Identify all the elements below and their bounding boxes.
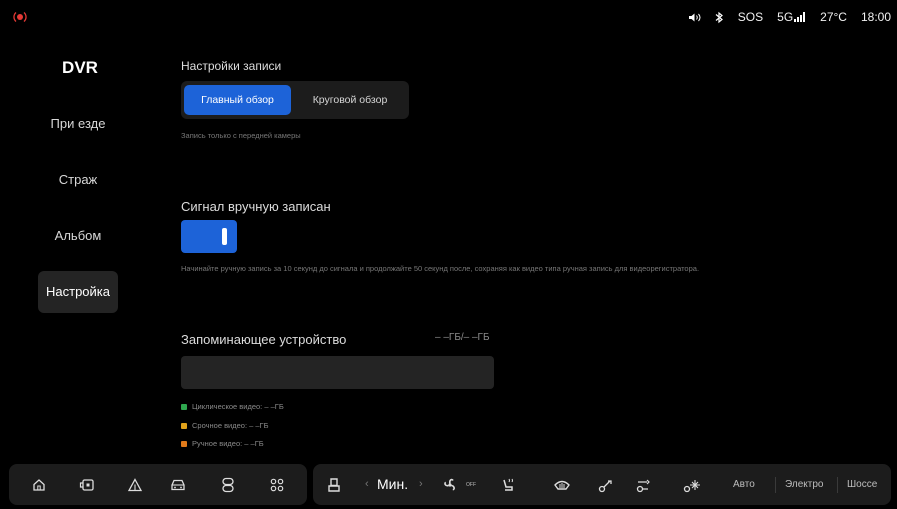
dashcam-icon[interactable] (76, 464, 98, 505)
legend-urgent-video: Срочное видео: – –ГБ (181, 421, 269, 430)
manual-recording-hint: Начинайте ручную запись за 10 секунд до … (181, 264, 700, 273)
recirculation-icon[interactable] (633, 464, 655, 505)
sos-indicator[interactable]: SOS (738, 10, 763, 24)
volume-icon[interactable] (688, 12, 701, 23)
storage-usage-bar (181, 356, 494, 389)
fan-decrease-icon[interactable]: ‹ (365, 464, 369, 505)
network-indicator: 5G (777, 10, 806, 24)
airflow-icon[interactable] (595, 464, 617, 505)
mode-divider (837, 477, 838, 493)
navigation-icon[interactable] (124, 464, 146, 505)
app-title: DVR (62, 58, 98, 77)
surround-view-option[interactable]: Круговой обзор (295, 85, 405, 115)
car-icon[interactable] (167, 464, 189, 505)
fan-icon[interactable] (441, 464, 465, 505)
clock: 18:00 (860, 10, 891, 24)
mode-highway-button[interactable]: Шоссе (847, 464, 877, 505)
status-bar: SOS 5G 27°C 18:00 (0, 0, 897, 36)
sidebar-item-album[interactable]: Альбом (38, 215, 118, 257)
manual-recording-toggle[interactable] (181, 220, 237, 253)
media-icon[interactable] (217, 464, 239, 505)
fan-level: Мин. (377, 476, 409, 492)
alert-record-icon (13, 10, 27, 24)
apps-icon[interactable] (266, 464, 288, 505)
main-view-option[interactable]: Главный обзор (184, 85, 291, 115)
seat-heating-icon[interactable] (496, 464, 518, 505)
network-label: 5G (777, 10, 794, 24)
sidebar-item-settings[interactable]: Настройка (38, 271, 118, 313)
legend-label: Срочное видео: – –ГБ (192, 421, 269, 430)
temperature: 27°C (820, 10, 847, 24)
toggle-knob (222, 228, 227, 245)
orange-dot-icon (181, 440, 187, 447)
home-icon[interactable] (29, 464, 49, 505)
dock-apps (9, 464, 307, 505)
seat-icon[interactable] (325, 464, 343, 505)
sidebar-item-driving[interactable]: При езде (38, 103, 118, 145)
recording-hint: Запись только с передней камеры (181, 131, 301, 140)
dock-climate: ‹ Мин. › OFF Авто Электро Шоссе (313, 464, 891, 505)
yellow-dot-icon (181, 422, 187, 429)
green-dot-icon (181, 403, 187, 410)
legend-manual-video: Ручное видео: – –ГБ (181, 439, 264, 448)
legend-label: Циклическое видео: – –ГБ (192, 402, 284, 411)
sidebar: DVR При езде Страж Альбом Настройка (0, 40, 160, 460)
storage-title: Запоминающее устройство (181, 332, 347, 347)
view-segmented-control: Главный обзор Круговой обзор (181, 81, 409, 119)
ac-icon[interactable] (681, 464, 703, 505)
mode-auto-button[interactable]: Авто (733, 464, 755, 505)
bluetooth-icon[interactable] (715, 11, 724, 24)
storage-capacity: – –ГБ/– –ГБ (435, 332, 490, 343)
mode-divider (775, 477, 776, 493)
fan-state: OFF (466, 482, 476, 488)
recording-settings-title: Настройки записи (181, 59, 282, 73)
signal-icon (794, 12, 806, 22)
fan-increase-icon[interactable]: › (419, 464, 423, 505)
front-defrost-icon[interactable] (551, 464, 573, 505)
legend-label: Ручное видео: – –ГБ (192, 439, 264, 448)
manual-recording-title: Сигнал вручную записан (181, 199, 331, 214)
sidebar-item-guard[interactable]: Страж (38, 159, 118, 201)
mode-electric-button[interactable]: Электро (785, 464, 823, 505)
settings-panel: Настройки записи Главный обзор Круговой … (181, 40, 881, 460)
legend-loop-video: Циклическое видео: – –ГБ (181, 402, 284, 411)
